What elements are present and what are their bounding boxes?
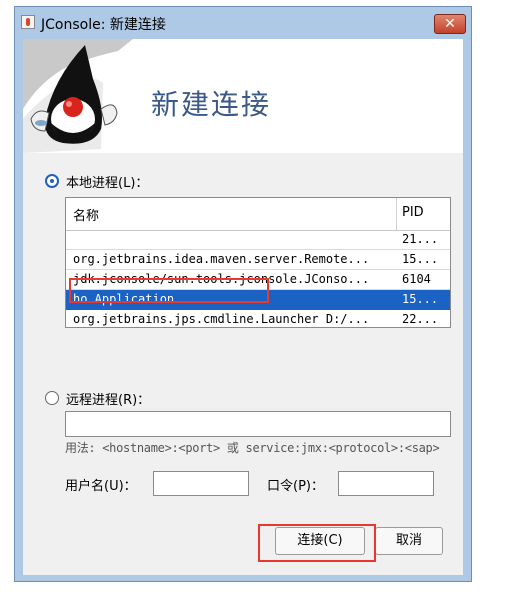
window-title: JConsole: 新建连接 xyxy=(41,17,166,33)
remote-process-label: 远程进程(R)： xyxy=(66,393,151,408)
java-app-icon xyxy=(21,15,35,29)
username-input[interactable] xyxy=(153,471,249,496)
duke-mascot-icon xyxy=(23,39,133,153)
row-pid: 6104 xyxy=(402,272,431,286)
username-label: 用户名(U)： xyxy=(65,479,137,494)
connect-button[interactable]: 连接(C) xyxy=(275,527,365,555)
row-pid: 15... xyxy=(402,252,439,266)
cancel-button[interactable]: 取消 xyxy=(375,527,443,555)
column-header-name[interactable]: 名称 xyxy=(73,205,99,224)
column-header-pid[interactable]: PID xyxy=(402,205,424,220)
title-bar: JConsole: 新建连接 ✕ xyxy=(15,7,471,39)
remote-address-input[interactable] xyxy=(65,411,451,437)
row-pid: 21... xyxy=(402,232,439,246)
row-name: org.jetbrains.idea.maven.server.Remote..… xyxy=(73,252,370,266)
table-row[interactable]: 21... xyxy=(66,230,450,250)
password-label: 口令(P)： xyxy=(267,479,324,494)
remote-process-radio[interactable] xyxy=(45,391,59,405)
close-button[interactable]: ✕ xyxy=(434,14,466,34)
row-pid: 15... xyxy=(402,292,439,306)
row-pid: 22... xyxy=(402,312,439,326)
table-row[interactable]: org.jetbrains.idea.maven.server.Remote..… xyxy=(66,250,450,270)
row-name: jdk.jconsole/sun.tools.jconsole.JConso..… xyxy=(73,272,370,286)
local-process-label: 本地进程(L)： xyxy=(66,176,149,191)
jconsole-window: JConsole: 新建连接 ✕ 新建连接 本地进程(L)： 名称 PID 21… xyxy=(14,6,472,582)
password-input[interactable] xyxy=(338,471,434,496)
table-header: 名称 PID xyxy=(66,198,450,231)
table-row[interactable]: jdk.jconsole/sun.tools.jconsole.JConso..… xyxy=(66,270,450,290)
local-process-radio[interactable] xyxy=(45,174,59,188)
process-table[interactable]: 名称 PID 21... org.jetbrains.idea.maven.se… xyxy=(65,197,451,328)
dialog-content: 新建连接 本地进程(L)： 名称 PID 21... org.jetbrains… xyxy=(23,39,463,575)
row-name: org.jetbrains.jps.cmdline.Launcher D:/..… xyxy=(73,312,370,326)
row-name: ho.Application xyxy=(73,292,175,306)
remote-usage-hint: 用法: <hostname>:<port> 或 service:jmx:<pro… xyxy=(65,441,440,455)
table-row[interactable]: org.jetbrains.jps.cmdline.Launcher D:/..… xyxy=(66,310,450,327)
banner-title: 新建连接 xyxy=(151,88,272,121)
column-divider[interactable] xyxy=(396,198,397,230)
table-row-selected[interactable]: ho.Application 15... xyxy=(66,290,450,310)
banner: 新建连接 xyxy=(23,39,463,153)
